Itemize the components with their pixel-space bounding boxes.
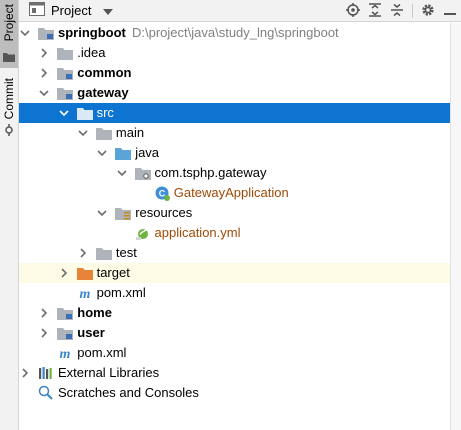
tree-row[interactable]: java — [19, 143, 450, 163]
folder-icon — [95, 245, 112, 261]
expand-all-icon — [369, 2, 381, 20]
source-folder-icon — [115, 145, 132, 161]
tree-row[interactable]: target — [19, 263, 450, 283]
tree-row[interactable]: resources — [19, 203, 450, 223]
svg-text:m: m — [60, 347, 71, 361]
chevron-right-icon[interactable] — [38, 307, 50, 319]
folder-icon — [95, 125, 112, 141]
tree-item-label: gateway — [77, 85, 129, 100]
module-folder-icon — [57, 305, 74, 321]
tree-item-label: External Libraries — [58, 365, 160, 380]
tree-row[interactable]: application.yml — [19, 223, 450, 243]
collapse-all-button[interactable] — [386, 0, 408, 22]
chevron-right-icon[interactable] — [38, 67, 50, 79]
locate-button[interactable] — [342, 0, 364, 22]
tree-row[interactable]: springboot D:\project\java\study_lng\spri… — [19, 23, 450, 43]
chevron-right-icon[interactable] — [38, 327, 50, 339]
tree-item-label: user — [77, 325, 105, 340]
folder-icon — [57, 45, 74, 61]
commit-tool-label: Commit — [2, 78, 16, 120]
tree-item-label: java — [135, 145, 160, 160]
gear-icon — [421, 3, 435, 20]
chevron-down-icon[interactable] — [77, 127, 89, 139]
editor-gutter-strip — [450, 23, 461, 430]
maven-file-icon: m — [77, 285, 93, 301]
collapse-all-icon — [391, 3, 403, 20]
minimize-icon — [444, 4, 456, 19]
chevron-right-icon[interactable] — [58, 267, 70, 279]
chevron-right-icon[interactable] — [38, 47, 50, 59]
tree-item-label: pom.xml — [77, 345, 127, 360]
module-folder-icon — [57, 85, 74, 101]
chevron-down-icon[interactable] — [58, 107, 70, 119]
chevron-down-icon[interactable] — [38, 87, 50, 99]
tree-item-label: springboot — [58, 25, 126, 40]
chevron-right-icon[interactable] — [19, 367, 31, 379]
package-icon — [134, 165, 151, 181]
libraries-icon — [38, 365, 54, 381]
tree-row[interactable]: C GatewayApplication — [19, 183, 450, 203]
chevron-right-icon[interactable] — [77, 247, 89, 259]
module-folder-icon — [57, 65, 74, 81]
commit-icon — [3, 124, 15, 139]
tree-row[interactable]: External Libraries — [19, 363, 450, 383]
folder-icon — [3, 50, 15, 65]
tree-item-label: src — [96, 105, 114, 120]
tree-row[interactable]: .idea — [19, 43, 450, 63]
tree-row[interactable]: Scratches and Consoles — [19, 383, 450, 403]
chevron-down-icon[interactable] — [19, 27, 31, 39]
settings-button[interactable] — [417, 0, 439, 22]
svg-text:m: m — [79, 287, 90, 301]
project-path: D:\project\java\study_lng\springboot — [132, 25, 339, 40]
project-tool-button[interactable]: Project — [0, 0, 18, 68]
project-tool-label: Project — [2, 4, 16, 42]
folder-icon — [76, 105, 93, 121]
tree-row[interactable]: test — [19, 243, 450, 263]
chevron-down-icon[interactable] — [96, 147, 108, 159]
tree-item-label: common — [77, 65, 132, 80]
tree-item-label: resources — [135, 205, 193, 220]
tree-item-label: com.tsphp.gateway — [154, 165, 267, 180]
hide-button[interactable] — [439, 0, 461, 22]
tree-item-label: application.yml — [154, 225, 241, 240]
tree-row[interactable]: common — [19, 63, 450, 83]
project-tree[interactable]: springboot D:\project\java\study_lng\spri… — [19, 23, 450, 430]
tree-row[interactable]: m pom.xml — [19, 343, 450, 363]
header-divider — [412, 4, 413, 18]
expand-all-button[interactable] — [364, 0, 386, 22]
chevron-down-icon — [97, 3, 114, 18]
commit-tool-button[interactable]: Commit — [0, 76, 18, 138]
tree-row[interactable]: user — [19, 323, 450, 343]
tree-item-label: target — [96, 265, 130, 280]
locate-icon — [346, 2, 360, 20]
tree-item-label: Scratches and Consoles — [58, 385, 199, 400]
tool-window-stripe: Project Commit — [0, 0, 19, 430]
tree-item-label: GatewayApplication — [173, 185, 289, 200]
maven-file-icon: m — [57, 345, 73, 361]
tree-row[interactable]: com.tsphp.gateway — [19, 163, 450, 183]
project-icon — [29, 2, 45, 19]
tree-item-label: .idea — [77, 45, 106, 60]
chevron-down-icon[interactable] — [116, 167, 128, 179]
tree-row[interactable]: m pom.xml — [19, 283, 450, 303]
scratches-icon — [38, 385, 54, 401]
tree-item-label: test — [115, 245, 137, 260]
project-view-selector[interactable]: Project — [29, 2, 114, 19]
tree-row[interactable]: gateway — [19, 83, 450, 103]
module-folder-icon — [38, 25, 54, 41]
tree-item-label: main — [115, 125, 145, 140]
tree-row[interactable]: src — [19, 103, 450, 123]
spring-class-icon: C — [154, 185, 170, 201]
project-panel-header: Project — [19, 0, 461, 22]
tree-row[interactable]: home — [19, 303, 450, 323]
module-folder-icon — [57, 325, 74, 341]
resources-folder-icon — [115, 205, 132, 221]
tree-item-label: pom.xml — [96, 285, 146, 300]
panel-title: Project — [51, 3, 92, 18]
tree-item-label: home — [77, 305, 112, 320]
excluded-folder-icon — [76, 265, 93, 281]
tree-row[interactable]: main — [19, 123, 450, 143]
chevron-down-icon[interactable] — [96, 207, 108, 219]
yml-file-icon — [135, 225, 151, 241]
